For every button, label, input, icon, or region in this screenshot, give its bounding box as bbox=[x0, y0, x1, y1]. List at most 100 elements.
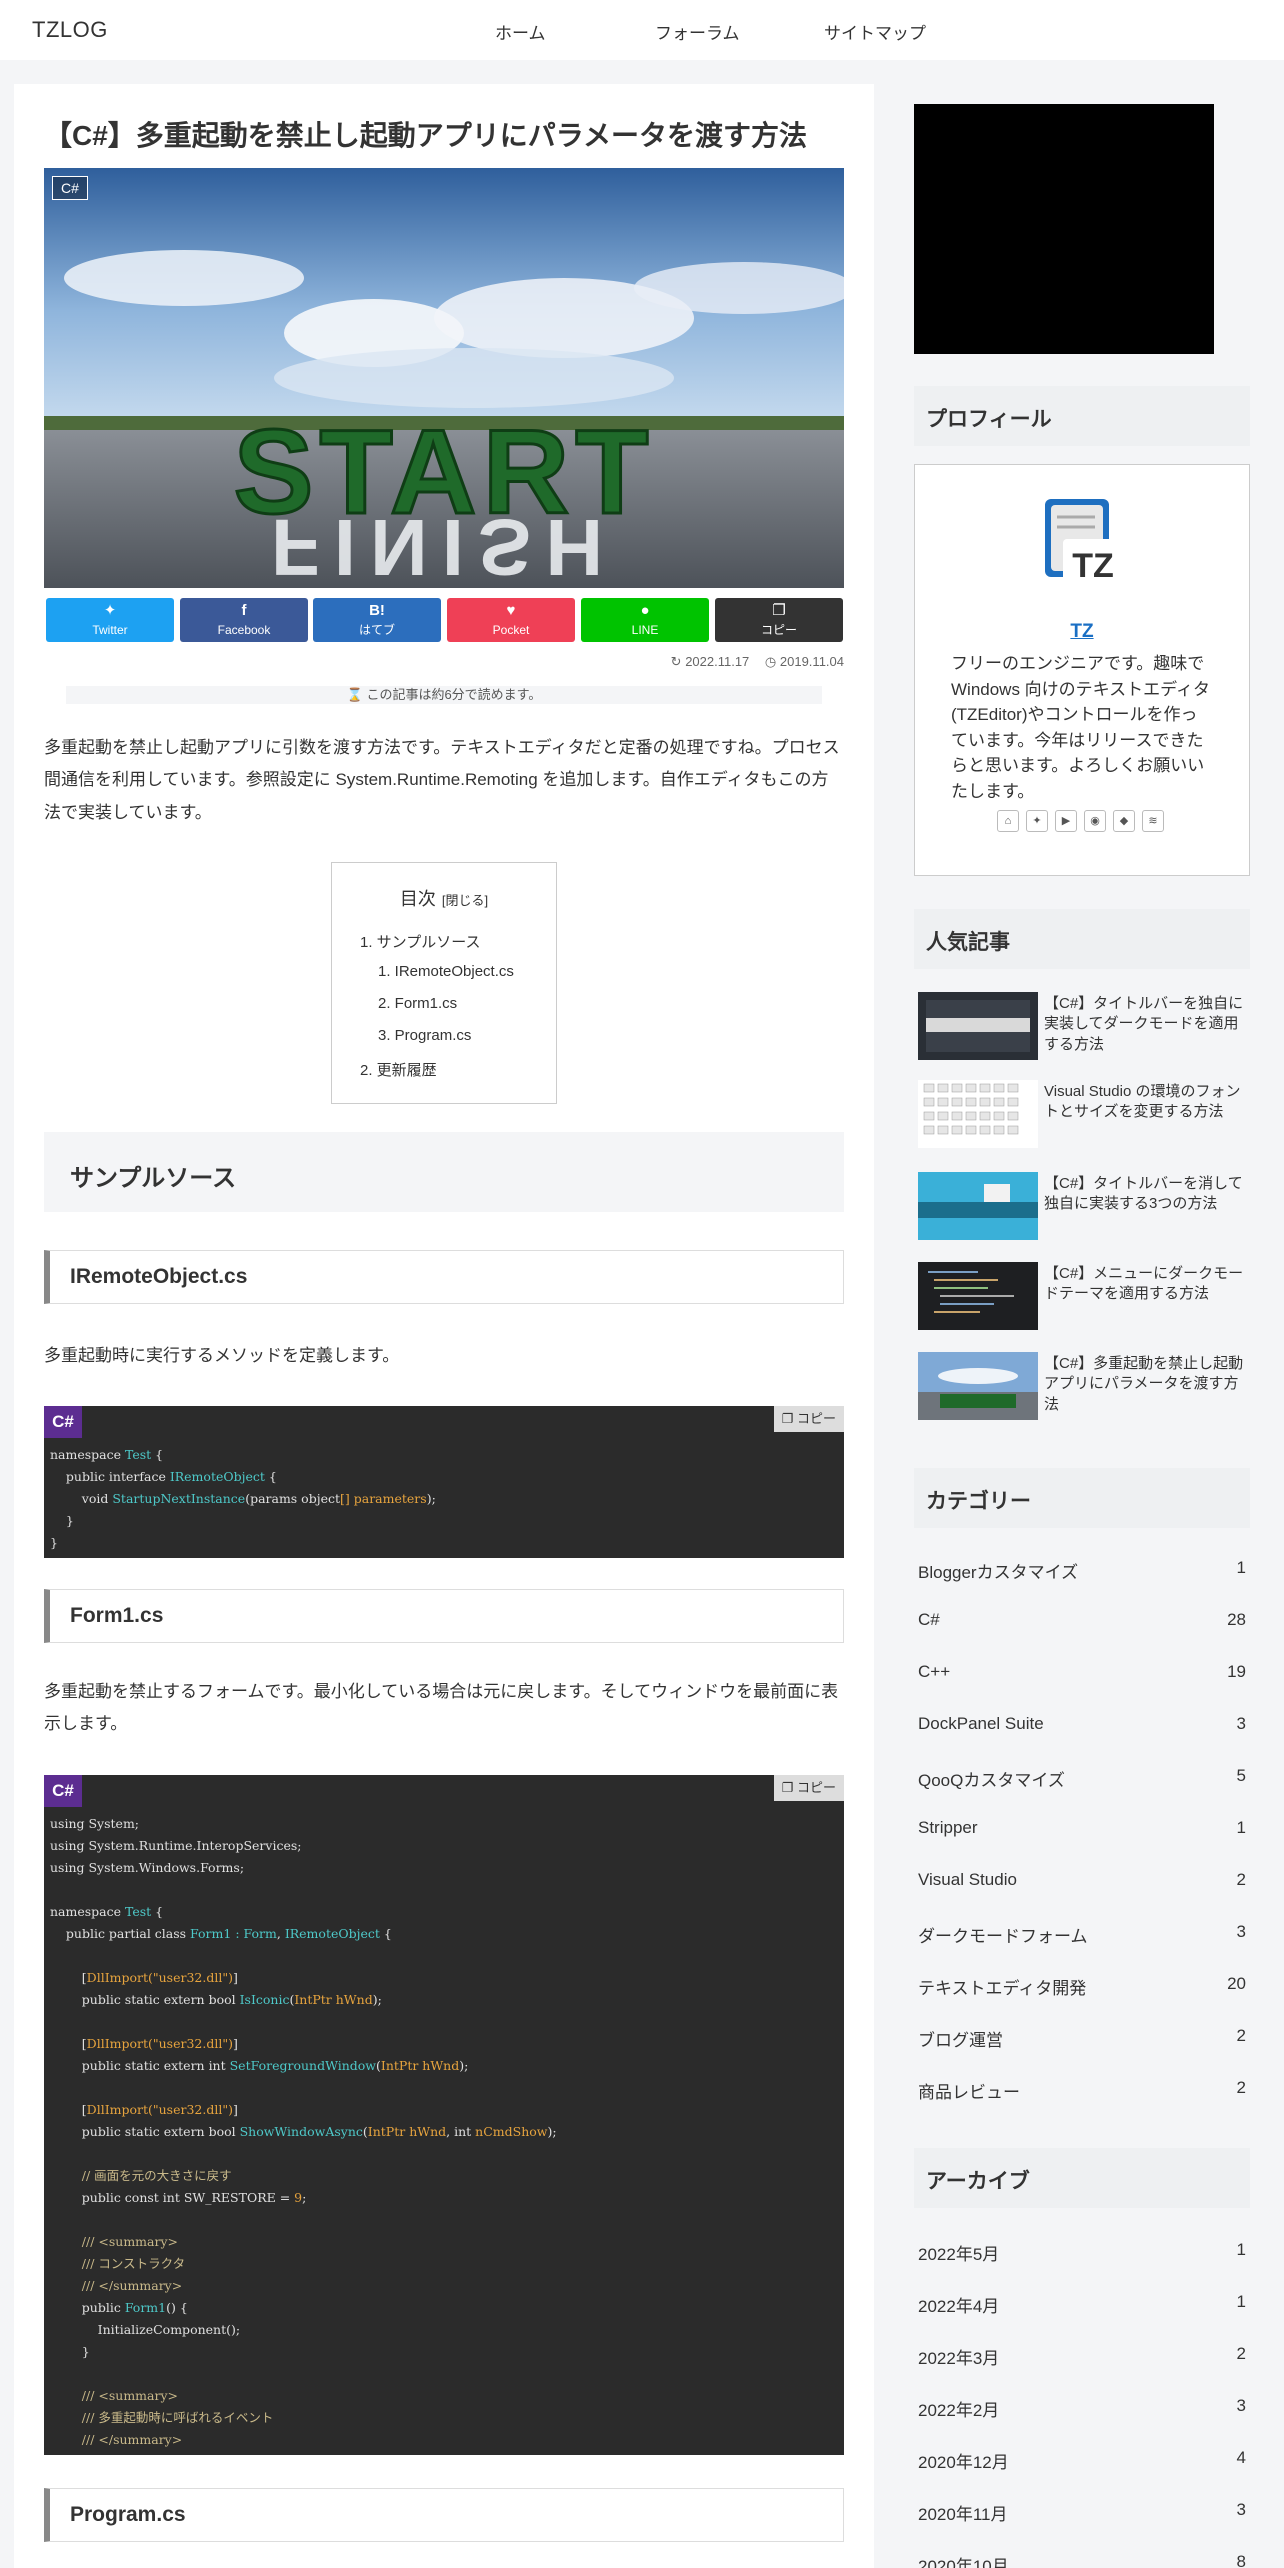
code-token: ); bbox=[547, 2124, 557, 2139]
archive-item[interactable]: 2020年12月 4 bbox=[918, 2448, 1246, 2474]
popular-widget-title: 人気記事 bbox=[914, 909, 1250, 969]
category-item-label: 商品レビュー bbox=[918, 2083, 1020, 2102]
archive-item[interactable]: 2020年11月 3 bbox=[918, 2500, 1246, 2526]
code-block-iremote: C# ❐ コピー namespace Test { public interfa… bbox=[44, 1406, 844, 1558]
youtube-icon[interactable]: ▶ bbox=[1055, 810, 1077, 832]
updated-date: ↻ 2022.11.17 bbox=[670, 654, 750, 669]
archive-item-count: 3 bbox=[1236, 2396, 1246, 2415]
category-item[interactable]: テキストエディタ開発 20 bbox=[918, 1974, 1246, 2000]
code-copy-button[interactable]: ❐ コピー bbox=[773, 1775, 844, 1801]
profile-widget-title: プロフィール bbox=[914, 386, 1250, 446]
tz-logo-icon[interactable]: TZ bbox=[1035, 493, 1131, 589]
popular-item[interactable]: 【C#】多重起動を禁止し起動アプリにパラメータを渡す方法 bbox=[918, 1352, 1252, 1422]
share-copy-button[interactable]: ❐ コピー bbox=[715, 598, 843, 642]
archive-widget-title: アーカイブ bbox=[914, 2148, 1250, 2208]
toc-item[interactable]: 2. Form1.cs bbox=[378, 995, 457, 1012]
code-token: 9 bbox=[294, 2190, 303, 2205]
archive-item[interactable]: 2022年4月 1 bbox=[918, 2292, 1246, 2318]
category-item[interactable]: DockPanel Suite 3 bbox=[918, 1714, 1246, 1740]
code-token: ] bbox=[232, 2102, 238, 2117]
main-content: 【C#】多重起動を禁止し起動アプリにパラメータを渡す方法 START FINIS… bbox=[14, 84, 874, 2568]
category-item[interactable]: 商品レビュー 2 bbox=[918, 2078, 1246, 2104]
share-pocket-button[interactable]: ♥ Pocket bbox=[447, 598, 575, 642]
category-item[interactable]: C++ 19 bbox=[918, 1662, 1246, 1688]
archive-item-count: 1 bbox=[1236, 2292, 1246, 2311]
twitter-icon: ✦ bbox=[103, 602, 117, 619]
category-item-label: QooQカスタマイズ bbox=[918, 1771, 1065, 1790]
toc-toggle[interactable]: [閉じる] bbox=[442, 893, 488, 908]
popular-thumbnail bbox=[918, 1172, 1038, 1240]
code-token: ShowWindowAsync bbox=[239, 2124, 363, 2139]
nav-forum[interactable]: フォーラム bbox=[655, 19, 740, 44]
share-hatena-button[interactable]: B! はてブ bbox=[313, 598, 441, 642]
category-item-label: Bloggerカスタマイズ bbox=[918, 1563, 1079, 1582]
archive-item[interactable]: 2022年5月 1 bbox=[918, 2240, 1246, 2266]
toc-item[interactable]: 3. Program.cs bbox=[378, 1027, 471, 1044]
archive-item-count: 3 bbox=[1236, 2500, 1246, 2519]
archive-item-count: 4 bbox=[1236, 2448, 1246, 2467]
code-token: public bbox=[50, 2300, 125, 2315]
code-token: } bbox=[50, 2344, 90, 2359]
category-label[interactable]: C# bbox=[52, 176, 88, 200]
category-item-count: 5 bbox=[1236, 1766, 1246, 1785]
code-token: namespace bbox=[50, 1447, 125, 1462]
category-item[interactable]: ダークモードフォーム 3 bbox=[918, 1922, 1246, 1948]
toc-item[interactable]: 2. 更新履歴 bbox=[360, 1059, 437, 1080]
code-token: ] bbox=[232, 2036, 238, 2051]
archive-item-label: 2020年11月 bbox=[918, 2505, 1008, 2524]
code-token: { bbox=[151, 1447, 164, 1462]
popular-thumbnail bbox=[918, 1262, 1038, 1330]
code-token: IRemoteObject bbox=[284, 1926, 380, 1941]
category-item-count: 3 bbox=[1236, 1922, 1246, 1941]
feedly-icon[interactable]: ◆ bbox=[1113, 810, 1135, 832]
ad-banner[interactable] bbox=[914, 104, 1214, 354]
category-item[interactable]: ブログ運営 2 bbox=[918, 2026, 1246, 2052]
github-icon[interactable]: ◉ bbox=[1084, 810, 1106, 832]
category-widget-title: カテゴリー bbox=[914, 1468, 1250, 1528]
popular-item[interactable]: Visual Studio の環境のフォントとサイズを変更する方法 bbox=[918, 1080, 1252, 1150]
toc-item[interactable]: 1. IRemoteObject.cs bbox=[378, 963, 514, 980]
rss-icon[interactable]: ≋ bbox=[1142, 810, 1164, 832]
nav-home[interactable]: ホーム bbox=[495, 19, 546, 44]
home-icon[interactable]: ⌂ bbox=[997, 810, 1019, 832]
read-time: ⌛ この記事は約6分で読めます。 bbox=[66, 686, 822, 704]
profile-name[interactable]: TZ bbox=[915, 621, 1249, 643]
code-token: namespace bbox=[50, 1904, 125, 1919]
category-item[interactable]: Stripper 1 bbox=[918, 1818, 1246, 1844]
archive-item[interactable]: 2022年2月 3 bbox=[918, 2396, 1246, 2422]
popular-item[interactable]: 【C#】メニューにダークモードテーマを適用する方法 bbox=[918, 1262, 1252, 1332]
iremote-paragraph: 多重起動時に実行するメソッドを定義します。 bbox=[44, 1346, 400, 1365]
popular-item[interactable]: 【C#】タイトルバーを独自に実装してダークモードを適用する方法 bbox=[918, 992, 1252, 1062]
share-facebook-button[interactable]: f Facebook bbox=[180, 598, 308, 642]
archive-item-count: 8 bbox=[1236, 2552, 1246, 2568]
twitter-icon[interactable]: ✦ bbox=[1026, 810, 1048, 832]
archive-item[interactable]: 2020年10月 8 bbox=[918, 2552, 1246, 2568]
code-token: public static extern int bbox=[50, 2058, 230, 2073]
svg-text:TZ: TZ bbox=[1072, 547, 1114, 585]
nav-sitemap[interactable]: サイトマップ bbox=[824, 19, 926, 44]
hatena-icon: B! bbox=[369, 602, 385, 619]
toc-item[interactable]: 1. サンプルソース bbox=[360, 931, 480, 952]
category-item-count: 1 bbox=[1236, 1818, 1246, 1837]
line-icon: ● bbox=[640, 602, 650, 619]
site-header: TZLOG ホーム フォーラム サイトマップ bbox=[0, 0, 1284, 60]
code-token: SetForegroundWindow bbox=[229, 2058, 376, 2073]
code-copy-button[interactable]: ❐ コピー bbox=[773, 1406, 844, 1432]
code-token: { bbox=[151, 1904, 164, 1919]
share-line-button[interactable]: ● LINE bbox=[581, 598, 709, 642]
archive-item[interactable]: 2022年3月 2 bbox=[918, 2344, 1246, 2370]
site-logo[interactable]: TZLOG bbox=[32, 17, 108, 43]
code-token: /// 多重起動時に呼ばれるイベント bbox=[50, 2410, 274, 2425]
popular-item[interactable]: 【C#】タイトルバーを消して独自に実装する3つの方法 bbox=[918, 1172, 1252, 1242]
category-item-count: 3 bbox=[1236, 1714, 1246, 1733]
category-item-count: 20 bbox=[1227, 1974, 1246, 1993]
code-token: [ bbox=[50, 1970, 87, 1985]
category-item[interactable]: Visual Studio 2 bbox=[918, 1870, 1246, 1896]
category-item[interactable]: C# 28 bbox=[918, 1610, 1246, 1636]
eyecatch-image: START FINISH C# bbox=[44, 168, 844, 588]
category-item[interactable]: Bloggerカスタマイズ 1 bbox=[918, 1558, 1246, 1584]
share-twitter-button[interactable]: ✦ Twitter bbox=[46, 598, 174, 642]
code-token: DllImport("user32.dll") bbox=[86, 2102, 233, 2117]
category-item[interactable]: QooQカスタマイズ 5 bbox=[918, 1766, 1246, 1792]
category-item-count: 1 bbox=[1236, 1558, 1246, 1577]
